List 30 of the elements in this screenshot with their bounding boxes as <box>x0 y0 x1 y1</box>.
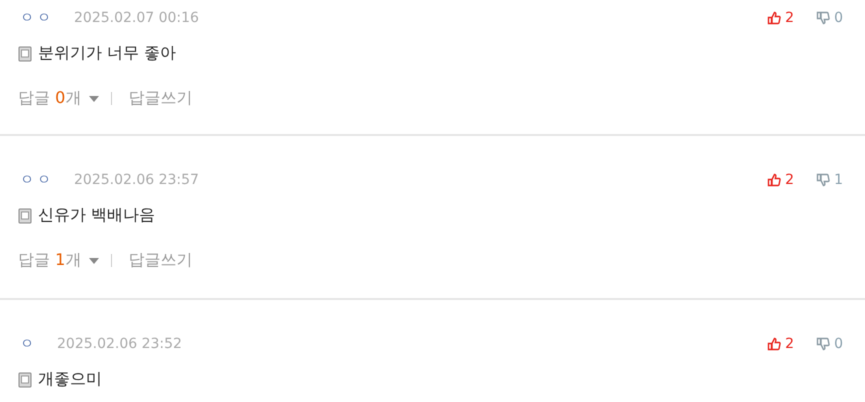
write-reply-link[interactable]: 답글쓰기 <box>128 88 192 109</box>
document-icon <box>18 208 32 224</box>
like-button[interactable]: 2 <box>767 10 794 26</box>
thumbs-down-icon <box>816 173 830 187</box>
dislike-button[interactable]: 1 <box>816 172 843 188</box>
replies-toggle[interactable]: 답글 0개 <box>18 88 100 109</box>
author-name[interactable]: ㅇ <box>20 335 37 353</box>
document-icon <box>18 372 32 388</box>
author-name[interactable]: ㅇㅇ <box>20 171 54 189</box>
write-reply-link[interactable]: 답글쓰기 <box>128 250 192 271</box>
author-name[interactable]: ㅇㅇ <box>20 9 54 27</box>
comment-date: 2025.02.06 23:52 <box>57 336 182 352</box>
comment-text: 분위기가 너무 좋아 <box>38 43 176 64</box>
caret-icon <box>89 258 100 264</box>
comment-text: 개좋으미 <box>38 369 102 390</box>
comment-text: 신유가 백배나음 <box>38 205 156 226</box>
thumbs-down-icon <box>816 337 830 351</box>
comment-date: 2025.02.07 00:16 <box>74 10 199 26</box>
like-button[interactable]: 2 <box>767 172 794 188</box>
thumbs-up-icon <box>767 337 782 351</box>
dislike-button[interactable]: 0 <box>816 10 843 26</box>
thumbs-down-icon <box>816 11 830 25</box>
comment-date: 2025.02.06 23:57 <box>74 172 199 188</box>
dislike-button[interactable]: 0 <box>816 336 843 352</box>
like-button[interactable]: 2 <box>767 336 794 352</box>
thumbs-up-icon <box>767 173 782 187</box>
document-icon <box>18 46 32 62</box>
replies-toggle[interactable]: 답글 1개 <box>18 250 100 271</box>
thumbs-up-icon <box>767 11 782 25</box>
caret-icon <box>89 96 100 102</box>
